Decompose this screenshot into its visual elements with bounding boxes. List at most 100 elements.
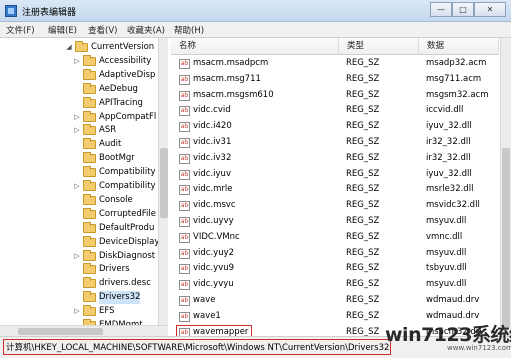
tree-expander-icon[interactable] bbox=[73, 291, 81, 304]
tree-expander-icon[interactable]: ▷ bbox=[73, 111, 81, 124]
tree-item[interactable]: Drivers32 bbox=[0, 291, 158, 305]
value-row[interactable]: ab msacm.msg711 REG_SZ msg711.acm bbox=[171, 72, 499, 88]
value-row[interactable]: ab vidc.i420 REG_SZ iyuv_32.dll bbox=[171, 119, 499, 135]
value-name: vidc.mrle bbox=[193, 184, 233, 195]
tree-expander-icon[interactable] bbox=[73, 263, 81, 276]
tree-expander-icon[interactable] bbox=[73, 152, 81, 165]
folder-icon bbox=[83, 193, 96, 205]
tree-expander-icon[interactable]: ▷ bbox=[73, 250, 81, 263]
tree-scroll-thumb[interactable] bbox=[160, 148, 168, 218]
tree-hscroll-thumb[interactable] bbox=[18, 328, 103, 335]
value-row[interactable]: ab vidc.uyvy REG_SZ msyuv.dll bbox=[171, 214, 499, 230]
value-name: wave1 bbox=[193, 310, 221, 321]
value-row[interactable]: ab msacm.msadpcm REG_SZ msadp32.acm bbox=[171, 56, 499, 72]
tree-item[interactable]: Compatibility bbox=[0, 166, 158, 179]
value-row[interactable]: ab vidc.msvc REG_SZ msvidc32.dll bbox=[171, 198, 499, 214]
tree-expander-icon[interactable] bbox=[73, 208, 81, 221]
string-value-icon: ab bbox=[179, 153, 190, 164]
tree-expander-icon[interactable] bbox=[73, 83, 81, 96]
registry-tree[interactable]: ◢ CurrentVersion ▷ Accessibility AdaptiveDis… bbox=[0, 38, 168, 336]
column-header-data[interactable]: 数据 bbox=[419, 38, 499, 55]
tree-expander-icon[interactable]: ▷ bbox=[73, 180, 81, 193]
tree-item[interactable]: ▷ Accessibility bbox=[0, 54, 158, 68]
tree-item[interactable]: Console bbox=[0, 193, 158, 207]
value-row[interactable]: ab vidc.iv31 REG_SZ ir32_32.dll bbox=[171, 135, 499, 151]
tree-expander-icon[interactable] bbox=[73, 97, 81, 110]
tree-item[interactable]: Audit bbox=[0, 138, 158, 151]
list-scroll-thumb[interactable] bbox=[502, 148, 510, 328]
tree-expander-icon[interactable]: ▷ bbox=[73, 305, 81, 318]
value-list[interactable]: 名称 类型 数据 ab msacm.msadpcm REG_SZ msadp32.ac… bbox=[171, 38, 511, 336]
string-value-icon: ab bbox=[179, 106, 190, 117]
tree-horizontal-scrollbar[interactable] bbox=[0, 325, 168, 336]
value-name: vidc.iyuv bbox=[193, 168, 231, 179]
tree-item[interactable]: DefaultProdu bbox=[0, 221, 158, 235]
value-name: vidc.msvc bbox=[193, 200, 236, 211]
value-row[interactable]: ab VIDC.VMnc REG_SZ vmnc.dll bbox=[171, 230, 499, 246]
tree-item[interactable]: DeviceDisplay bbox=[0, 235, 159, 249]
tree-item[interactable]: Drivers bbox=[0, 263, 158, 276]
tree-expander-icon[interactable]: ▷ bbox=[73, 55, 81, 68]
tree-item[interactable]: ▷ ASR bbox=[0, 124, 158, 137]
string-value-icon: ab bbox=[179, 217, 190, 227]
tree-expander-icon[interactable] bbox=[73, 69, 81, 82]
folder-icon bbox=[83, 249, 96, 261]
string-value-icon: ab bbox=[179, 122, 190, 133]
value-row[interactable]: ab msacm.msgsm610 REG_SZ msgsm32.acm bbox=[171, 88, 499, 104]
value-data: msyuv.dll bbox=[426, 247, 467, 258]
string-value-icon: ab bbox=[179, 296, 190, 306]
tree-expander-icon[interactable]: ▷ bbox=[73, 124, 81, 137]
menu-file[interactable]: 文件(F) bbox=[6, 24, 35, 36]
menu-favorites[interactable]: 收藏夹(A) bbox=[127, 24, 165, 36]
tree-expander-icon[interactable] bbox=[73, 277, 81, 290]
tree-item[interactable]: BootMgr bbox=[0, 152, 158, 165]
value-data: ir32_32.dll bbox=[426, 137, 471, 147]
tree-item[interactable]: CorruptedFile bbox=[0, 207, 158, 221]
tree-item-label: drivers.desc bbox=[99, 278, 151, 289]
tree-item-label: CurrentVersion bbox=[91, 42, 155, 52]
tree-item[interactable]: ◢ CurrentVersion bbox=[0, 41, 158, 54]
value-row[interactable]: ab vidc.yvyu REG_SZ msyuv.dll bbox=[171, 277, 499, 293]
tree-item[interactable]: ▷ EFS bbox=[0, 305, 158, 318]
tree-item[interactable]: AeDebug bbox=[0, 82, 158, 96]
title-bar[interactable]: 注册表编辑器 — □ ✕ bbox=[0, 0, 511, 22]
value-row[interactable]: ab vidc.yvu9 REG_SZ tsbyuv.dll bbox=[171, 261, 499, 277]
tree-expander-icon[interactable]: ◢ bbox=[65, 41, 73, 54]
value-data: vmnc.dll bbox=[426, 231, 463, 242]
tree-item[interactable]: drivers.desc bbox=[0, 277, 158, 290]
tree-item[interactable]: ▷ DiskDiagnost bbox=[0, 249, 158, 263]
value-row[interactable]: ab vidc.mrle REG_SZ msrle32.dll bbox=[171, 182, 499, 198]
tree-item[interactable]: ▷ AppCompatFl bbox=[0, 110, 158, 124]
maximize-button[interactable]: □ bbox=[452, 2, 474, 17]
value-data: msyuv.dll bbox=[426, 216, 467, 226]
value-row[interactable]: ab vidc.cvid REG_SZ iccvid.dll bbox=[171, 103, 499, 119]
folder-icon bbox=[83, 152, 96, 164]
value-row[interactable]: ab vidc.iv32 REG_SZ ir32_32.dll bbox=[171, 151, 499, 167]
string-value-icon: ab bbox=[179, 90, 190, 101]
column-header-name[interactable]: 名称 bbox=[171, 38, 339, 55]
menu-help[interactable]: 帮助(H) bbox=[174, 24, 204, 36]
value-name: msacm.msg711 bbox=[193, 73, 261, 84]
list-vertical-scrollbar[interactable] bbox=[500, 38, 511, 336]
menu-edit[interactable]: 编辑(E) bbox=[48, 24, 77, 36]
tree-expander-icon[interactable] bbox=[73, 194, 81, 207]
menu-view[interactable]: 查看(V) bbox=[88, 24, 117, 36]
value-row[interactable]: ab vidc.yuy2 REG_SZ msyuv.dll bbox=[171, 246, 499, 262]
tree-expander-icon[interactable] bbox=[73, 222, 81, 235]
tree-vertical-scrollbar[interactable] bbox=[158, 38, 168, 325]
tree-item[interactable]: APITracing bbox=[0, 96, 158, 110]
value-type: REG_SZ bbox=[346, 121, 380, 132]
tree-item[interactable]: AdaptiveDisp bbox=[0, 68, 158, 82]
tree-expander-icon[interactable] bbox=[73, 166, 81, 179]
tree-item-label: AppCompatFl bbox=[99, 111, 157, 122]
minimize-button[interactable]: — bbox=[430, 2, 452, 17]
tree-expander-icon[interactable] bbox=[73, 138, 81, 151]
column-header-type[interactable]: 类型 bbox=[339, 38, 419, 55]
value-data: iccvid.dll bbox=[426, 105, 464, 116]
tree-expander-icon[interactable] bbox=[73, 236, 81, 249]
close-button[interactable]: ✕ bbox=[474, 2, 506, 17]
tree-item[interactable]: ▷ Compatibility bbox=[0, 180, 158, 193]
value-row[interactable]: ab wave REG_SZ wdmaud.drv bbox=[171, 293, 499, 309]
value-row[interactable]: ab vidc.iyuv REG_SZ iyuv_32.dll bbox=[171, 167, 499, 183]
value-data: msadp32.acm bbox=[426, 58, 487, 68]
